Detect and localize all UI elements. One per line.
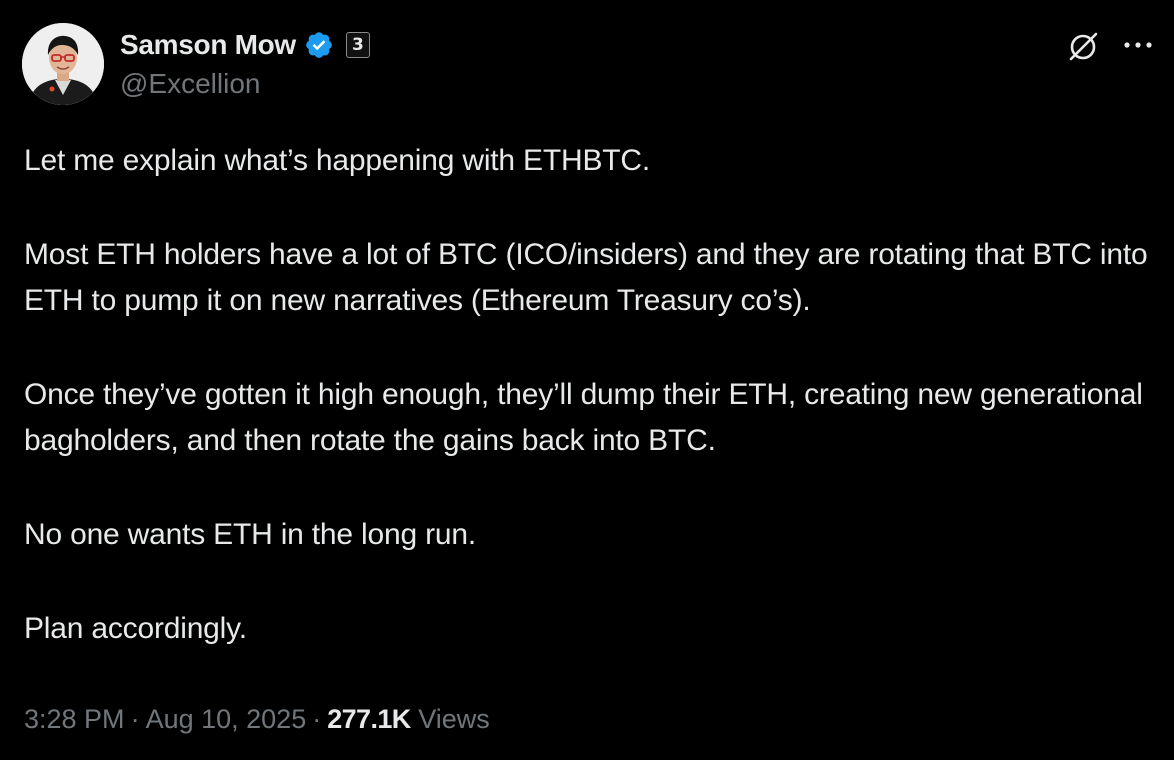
meta-separator: · — [130, 704, 140, 734]
tweet-meta: 3:28 PM · Aug 10, 2025 · 277.1K Views — [24, 700, 490, 738]
author-handle[interactable]: @Excellion — [120, 68, 260, 100]
verified-badge-icon[interactable] — [304, 30, 334, 60]
tweet-paragraph: Once they’ve gotten it high enough, they… — [24, 378, 1143, 457]
more-options-icon[interactable] — [1120, 30, 1156, 60]
tweet-paragraph: Most ETH holders have a lot of BTC (ICO/… — [24, 238, 1148, 317]
tweet-paragraph: No one wants ETH in the long run. — [24, 518, 476, 551]
author-avatar[interactable] — [22, 23, 104, 105]
avatar-image — [22, 23, 104, 105]
views-count: 277.1K — [327, 704, 411, 734]
tweet-paragraph: Plan accordingly. — [24, 612, 247, 645]
tweet-date[interactable]: Aug 10, 2025 — [146, 704, 307, 734]
author-display-name[interactable]: Samson Mow — [120, 29, 296, 61]
meta-separator: · — [312, 704, 322, 734]
grok-icon[interactable] — [1066, 28, 1102, 64]
tweet-time[interactable]: 3:28 PM — [24, 704, 125, 734]
tweet-paragraph: Let me explain what’s happening with ETH… — [24, 144, 650, 177]
tweet-text: Let me explain what’s happening with ETH… — [24, 138, 1164, 652]
views-label: Views — [418, 704, 490, 734]
tweet-card: Samson Mow 3 @Excellion Let me explain w… — [0, 0, 1174, 760]
author-name-row: Samson Mow 3 — [120, 26, 370, 64]
affiliate-badge[interactable]: 3 — [345, 32, 370, 58]
